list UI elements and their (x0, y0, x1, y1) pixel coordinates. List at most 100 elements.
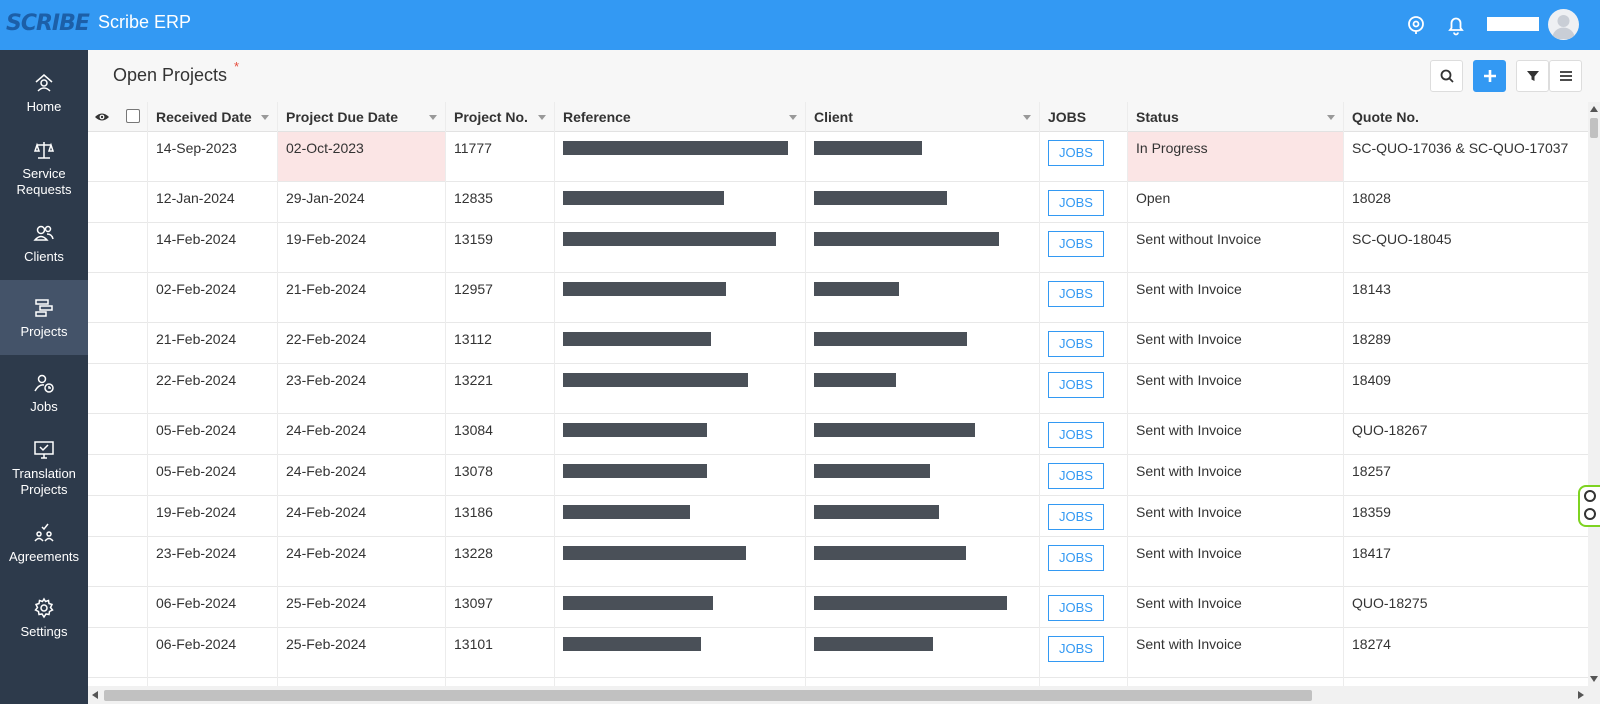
received-date-cell: 06-Feb-2024 (156, 595, 237, 611)
sidebar-item-label: Jobs (30, 398, 58, 414)
jobs-cell: JOBS (1040, 323, 1128, 363)
chat-icon[interactable] (1584, 508, 1596, 520)
vertical-scroll-thumb[interactable] (1590, 118, 1598, 138)
jobs-button[interactable]: JOBS (1048, 545, 1104, 571)
jobs-button[interactable]: JOBS (1048, 331, 1104, 357)
column-divider (1127, 102, 1128, 686)
user-clock-icon (34, 374, 54, 393)
table-row[interactable]: 14-Sep-2023 02-Oct-2023 11777 JOBS In Progre… (88, 132, 1590, 182)
project-no-cell: 13221 (454, 372, 493, 388)
column-header-jobs[interactable]: JOBS (1040, 102, 1128, 132)
table-row[interactable]: 05-Feb-2024 24-Feb-2024 13084 JOBS Sent with… (88, 414, 1590, 455)
jobs-button[interactable]: JOBS (1048, 636, 1104, 662)
sidebar-item-settings[interactable]: Settings (0, 580, 88, 655)
received-date-cell: 02-Feb-2024 (156, 281, 237, 297)
jobs-button[interactable]: JOBS (1048, 422, 1104, 448)
scroll-left-arrow[interactable] (92, 691, 98, 699)
sidebar-item-label: Home (26, 98, 62, 114)
client-cell (806, 182, 1040, 222)
jobs-button[interactable]: JOBS (1048, 140, 1104, 166)
quote-no-cell: 18257 (1352, 463, 1391, 479)
horizontal-scroll-thumb[interactable] (104, 690, 1312, 701)
reference-redacted (563, 596, 713, 610)
table-row[interactable]: 02-Feb-2024 21-Feb-2024 12957 JOBS Sent with… (88, 273, 1590, 323)
sort-caret-icon[interactable] (789, 115, 797, 120)
table-row[interactable]: 06-Feb-2024 25-Feb-2024 13097 JOBS Sent with… (88, 587, 1590, 628)
table-row[interactable]: 05-Feb-2024 24-Feb-2024 13078 JOBS Sent with… (88, 455, 1590, 496)
table-row[interactable]: 19-Feb-2024 24-Feb-2024 13186 JOBS Sent with… (88, 496, 1590, 537)
table-row[interactable]: 21-Feb-2024 22-Feb-2024 13112 JOBS Sent with… (88, 323, 1590, 364)
received-date-cell: 05-Feb-2024 (156, 422, 237, 438)
sort-caret-icon[interactable] (538, 115, 546, 120)
table-row[interactable]: 23-Feb-2024 24-Feb-2024 13228 JOBS Sent with… (88, 537, 1590, 587)
reference-cell (555, 323, 806, 363)
sidebar-item-clients[interactable]: Clients (0, 205, 88, 280)
user-name-redacted[interactable] (1487, 17, 1539, 31)
sidebar-item-translation-projects[interactable]: Translation Projects (0, 430, 88, 505)
received-date-cell: 14-Sep-2023 (156, 140, 237, 156)
jobs-button[interactable]: JOBS (1048, 504, 1104, 530)
jobs-button[interactable]: JOBS (1048, 281, 1104, 307)
reference-cell (555, 414, 806, 454)
jobs-button[interactable]: JOBS (1048, 372, 1104, 398)
app-title: Scribe ERP (98, 12, 192, 32)
vertical-scrollbar[interactable] (1588, 102, 1600, 686)
side-widget[interactable] (1578, 485, 1600, 527)
column-header-received-date[interactable]: Received Date (148, 102, 278, 132)
select-all-checkbox[interactable] (126, 109, 140, 123)
status-cell: Open (1136, 190, 1171, 206)
add-project-button[interactable] (1473, 60, 1506, 92)
sort-caret-icon[interactable] (1023, 115, 1031, 120)
column-header-client[interactable]: Client (806, 102, 1040, 132)
quote-no-cell: QUO-18275 (1352, 595, 1428, 611)
client-redacted (814, 546, 966, 560)
app-logo[interactable]: SCRIBE (6, 8, 90, 40)
sidebar-item-service-requests[interactable]: Service Requests (0, 130, 88, 205)
received-date-cell: 06-Feb-2024 (156, 636, 237, 652)
quote-no-cell: 18274 (1352, 636, 1391, 652)
table-row[interactable]: 14-Feb-2024 19-Feb-2024 13159 JOBS Sent with… (88, 223, 1590, 273)
table-row[interactable]: 12-Jan-2024 29-Jan-2024 12835 JOBS Open 18028 (88, 182, 1590, 223)
column-header-reference[interactable]: Reference (555, 102, 806, 132)
column-header-status[interactable]: Status (1128, 102, 1344, 132)
table-row[interactable]: 06-Feb-2024 25-Feb-2024 13101 JOBS Sent with… (88, 628, 1590, 678)
sidebar-item-home[interactable]: Home (0, 55, 88, 130)
search-button[interactable] (1430, 60, 1463, 92)
jobs-button[interactable]: JOBS (1048, 595, 1104, 621)
horizontal-scrollbar[interactable] (88, 686, 1600, 704)
client-cell (806, 364, 1040, 413)
scroll-down-arrow[interactable] (1590, 676, 1598, 682)
quote-no-cell: 18143 (1352, 281, 1391, 297)
location-icon[interactable] (1404, 13, 1428, 37)
reference-cell (555, 587, 806, 627)
jobs-button[interactable]: JOBS (1048, 190, 1104, 216)
sort-caret-icon[interactable] (429, 115, 437, 120)
close-icon[interactable] (1584, 490, 1596, 502)
avatar[interactable] (1548, 9, 1579, 40)
filter-button[interactable] (1516, 60, 1549, 92)
jobs-button[interactable]: JOBS (1048, 231, 1104, 257)
column-header-label: Quote No. (1352, 109, 1419, 125)
column-header-project-due-date[interactable]: Project Due Date (278, 102, 446, 132)
quote-no-cell: 18417 (1352, 545, 1391, 561)
bell-icon[interactable] (1444, 13, 1468, 37)
sidebar-item-agreements[interactable]: Agreements (0, 505, 88, 580)
sort-caret-icon[interactable] (261, 115, 269, 120)
table-row[interactable]: 22-Feb-2024 23-Feb-2024 13221 JOBS Sent with… (88, 364, 1590, 414)
sidebar-item-projects[interactable]: Projects (0, 280, 88, 355)
jobs-button[interactable]: JOBS (1048, 463, 1104, 489)
eye-icon[interactable] (94, 110, 110, 124)
sidebar-item-jobs[interactable]: Jobs (0, 355, 88, 430)
client-cell (806, 223, 1040, 272)
scroll-right-arrow[interactable] (1578, 691, 1584, 699)
jobs-cell: JOBS (1040, 496, 1128, 536)
jobs-cell: JOBS (1040, 223, 1128, 272)
menu-button[interactable] (1549, 60, 1582, 92)
jobs-cell: JOBS (1040, 628, 1128, 677)
scroll-up-arrow[interactable] (1590, 106, 1598, 112)
reference-cell (555, 455, 806, 495)
column-header-quote-no[interactable]: Quote No. (1344, 102, 1590, 132)
sort-caret-icon[interactable] (1327, 115, 1335, 120)
column-header-project-no[interactable]: Project No. (446, 102, 555, 132)
received-date-cell: 14-Feb-2024 (156, 231, 237, 247)
